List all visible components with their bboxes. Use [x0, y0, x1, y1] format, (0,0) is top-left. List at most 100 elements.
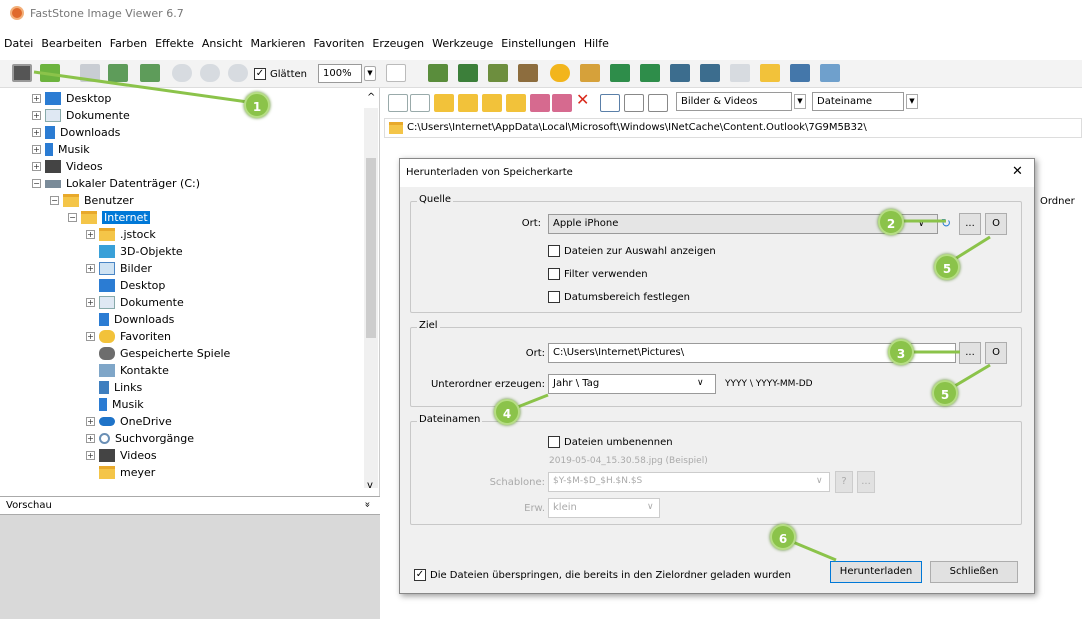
rename-checkbox[interactable]: Dateien umbenennen — [548, 436, 673, 448]
expand-icon[interactable]: + — [86, 332, 95, 341]
collapse-icon[interactable]: − — [32, 179, 41, 188]
tree-item[interactable]: + Videos — [86, 447, 157, 464]
menu-markieren[interactable]: Markieren — [246, 34, 309, 50]
contact-sheet-icon[interactable] — [670, 64, 690, 82]
expand-icon[interactable]: + — [32, 111, 41, 120]
expand-icon[interactable]: + — [86, 434, 95, 443]
rotate-right-icon[interactable] — [640, 64, 660, 82]
skip-existing-checkbox[interactable]: ✓ Die Dateien überspringen, die bereits i… — [414, 569, 791, 581]
folder-new-icon[interactable] — [482, 94, 502, 112]
up-folder-icon[interactable] — [434, 94, 454, 112]
template-select[interactable]: $Y-$M-$D_$H.$N.$S — [548, 472, 830, 492]
tree-item[interactable]: + OneDrive — [86, 413, 172, 430]
path-bar[interactable]: C:\Users\Internet\AppData\Local\Microsof… — [384, 118, 1082, 138]
download-card-icon[interactable] — [40, 64, 60, 82]
expand-icon[interactable]: + — [32, 128, 41, 137]
delete-icon[interactable]: ✕ — [576, 90, 589, 109]
tree-item[interactable]: − Benutzer — [50, 192, 134, 209]
collapse-preview-icon[interactable]: » — [362, 501, 373, 507]
move-icon[interactable] — [552, 94, 572, 112]
expand-icon[interactable]: + — [32, 145, 41, 154]
close-button[interactable]: Schließen — [930, 561, 1018, 583]
settings-icon[interactable] — [820, 64, 840, 82]
template-help-button[interactable]: ? — [835, 471, 853, 493]
thumbnail-view-icon[interactable] — [600, 94, 620, 112]
source-o-button[interactable]: O — [985, 213, 1007, 235]
details-view-icon[interactable] — [648, 94, 668, 112]
tree-item[interactable]: Musik — [86, 396, 144, 413]
menu-werkzeuge[interactable]: Werkzeuge — [428, 34, 497, 50]
source-browse-button[interactable]: ... — [959, 213, 981, 235]
tree-item[interactable]: + Musik — [32, 141, 90, 158]
menu-hilfe[interactable]: Hilfe — [580, 34, 613, 50]
smooth-checkbox[interactable]: ✓ Glätten — [254, 68, 307, 80]
tree-item[interactable]: Desktop — [86, 277, 165, 294]
copy-icon[interactable] — [530, 94, 550, 112]
tree-item[interactable]: Kontakte — [86, 362, 169, 379]
collapse-icon[interactable]: − — [50, 196, 59, 205]
tree-item[interactable]: + Suchvorgänge — [86, 430, 194, 447]
sort-dropdown-icon[interactable]: ▼ — [906, 94, 918, 109]
actual-size-icon[interactable] — [228, 64, 248, 82]
scanner-icon[interactable] — [730, 64, 750, 82]
sort-select[interactable]: Dateiname — [812, 92, 904, 111]
scroll-down-icon[interactable]: v — [367, 480, 373, 491]
menu-datei[interactable]: Datei — [0, 34, 37, 50]
back-icon[interactable] — [388, 94, 408, 112]
tree-item[interactable]: + Downloads — [32, 124, 120, 141]
next-icon[interactable] — [140, 64, 160, 82]
filter-dropdown-icon[interactable]: ▼ — [794, 94, 806, 109]
camera-icon[interactable] — [12, 64, 32, 82]
menu-bearbeiten[interactable]: Bearbeiten — [37, 34, 105, 50]
menu-favoriten[interactable]: Favoriten — [309, 34, 368, 50]
slideshow-icon[interactable] — [488, 64, 508, 82]
tree-item[interactable]: − Lokaler Datenträger (C:) — [32, 175, 200, 192]
tree-item[interactable]: + Videos — [32, 158, 103, 175]
expand-icon[interactable]: + — [86, 230, 95, 239]
dialog-close-icon[interactable]: ✕ — [1012, 164, 1023, 179]
scroll-thumb[interactable] — [366, 158, 376, 338]
subfolder-dropdown-icon[interactable]: ∨ — [697, 378, 704, 388]
expand-icon[interactable]: + — [86, 264, 95, 273]
menu-einstellungen[interactable]: Einstellungen — [497, 34, 580, 50]
tree-scrollbar[interactable] — [364, 108, 378, 488]
template-dropdown-icon[interactable]: ∨ — [816, 476, 823, 486]
tree-item[interactable]: Downloads — [86, 311, 174, 328]
print-icon[interactable] — [790, 64, 810, 82]
tree-item[interactable]: Gespeicherte Spiele — [86, 345, 230, 362]
tree-item[interactable]: + Bilder — [86, 260, 152, 277]
scroll-up-icon[interactable]: ^ — [367, 92, 375, 103]
film-icon[interactable] — [428, 64, 448, 82]
compare-icon[interactable] — [458, 64, 478, 82]
expand-icon[interactable]: + — [86, 298, 95, 307]
refresh-icon[interactable]: ↻ — [941, 216, 951, 230]
email-icon[interactable] — [760, 64, 780, 82]
tree-item[interactable]: + Dokumente — [86, 294, 184, 311]
template-more-button[interactable]: ... — [857, 471, 875, 493]
menu-effekte[interactable]: Effekte — [151, 34, 198, 50]
tree-item[interactable]: 3D-Objekte — [86, 243, 183, 260]
person-icon[interactable] — [580, 64, 600, 82]
hand-icon[interactable] — [386, 64, 406, 82]
extension-dropdown-icon[interactable]: ∨ — [647, 502, 654, 512]
forward-icon[interactable] — [410, 94, 430, 112]
folder-open-icon[interactable] — [506, 94, 526, 112]
zoom-select[interactable]: 100% — [318, 64, 362, 83]
tree-item-selected[interactable]: − Internet — [68, 209, 150, 226]
tree-item[interactable]: + Favoriten — [86, 328, 171, 345]
zoom-dropdown-icon[interactable]: ▼ — [364, 66, 376, 81]
menu-farben[interactable]: Farben — [106, 34, 151, 50]
zoom-in-icon[interactable] — [172, 64, 192, 82]
subfolder-select[interactable]: Jahr \ Tag — [548, 374, 716, 394]
tree-item[interactable]: + .jstock — [86, 226, 156, 243]
use-filter-checkbox[interactable]: Filter verwenden — [548, 268, 648, 280]
menu-ansicht[interactable]: Ansicht — [198, 34, 247, 50]
tree-item[interactable]: Links — [86, 379, 142, 396]
tree-item[interactable]: meyer — [86, 464, 155, 481]
expand-icon[interactable]: + — [86, 451, 95, 460]
prev-icon[interactable] — [108, 64, 128, 82]
target-o-button[interactable]: O — [985, 342, 1007, 364]
menu-erzeugen[interactable]: Erzeugen — [368, 34, 428, 50]
rotate-left-icon[interactable] — [610, 64, 630, 82]
expand-icon[interactable]: + — [32, 162, 41, 171]
